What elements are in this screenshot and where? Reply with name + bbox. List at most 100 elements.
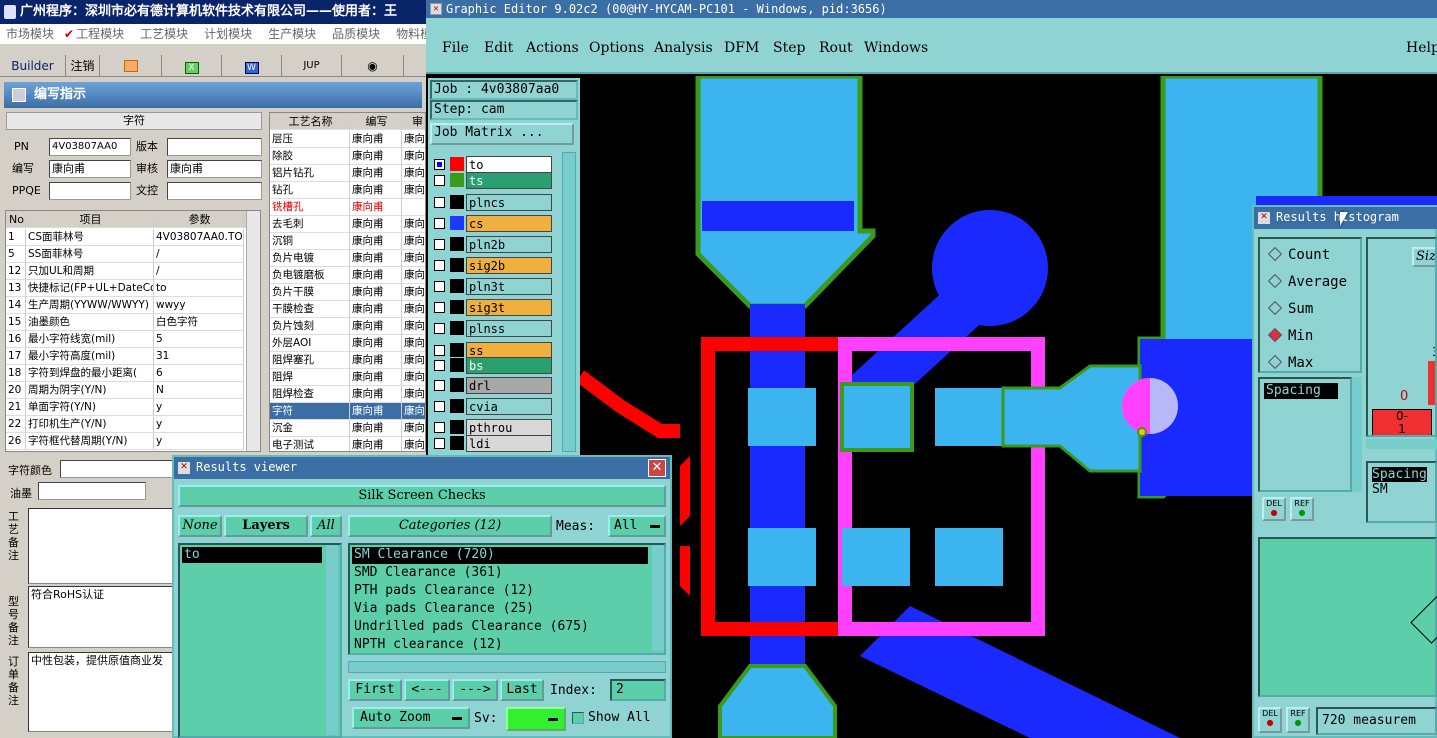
category-item[interactable]: SM Clearance (720) (352, 547, 648, 564)
layer-checkbox[interactable] (434, 422, 445, 433)
prev-button[interactable]: <--- (404, 679, 450, 701)
menu-edit[interactable]: Edit (484, 40, 513, 56)
excel-icon[interactable]: X (162, 55, 222, 77)
layer-checkbox[interactable] (434, 239, 445, 250)
table-row[interactable]: 铣槽孔 康向甫 (270, 199, 425, 216)
layer-item-to[interactable]: to (182, 547, 322, 563)
layer-checkbox[interactable] (434, 197, 445, 208)
params-scrollbar[interactable] (246, 211, 260, 451)
table-row[interactable]: 外层AOI 康向甫 康向 (270, 335, 425, 352)
meas-dropdown[interactable]: All (608, 515, 666, 537)
menu-windows[interactable]: Windows (864, 40, 928, 56)
table-row[interactable]: 17 最小字符高度(mil) 31 (6, 348, 260, 365)
layer-checkbox[interactable] (434, 281, 445, 292)
table-row[interactable]: 负电镀磨板 康向甫 康向 (270, 267, 425, 284)
layer-checkbox[interactable] (434, 218, 445, 229)
job-matrix-button[interactable]: Job Matrix ... (430, 123, 574, 145)
craft-note-field[interactable] (28, 508, 174, 584)
layer-color-swatch[interactable] (450, 237, 464, 251)
author-field[interactable]: 康向甫 (49, 160, 131, 178)
del-button-bottom[interactable]: DEL ● (1258, 707, 1282, 733)
table-row[interactable]: 沉金 康向甫 康向 (270, 420, 425, 437)
categories-tab[interactable]: Categories (12) (348, 515, 552, 537)
all-button[interactable]: All (310, 515, 342, 537)
layer-color-swatch[interactable] (450, 420, 464, 434)
table-row[interactable]: 除胶 康向甫 康向 (270, 148, 425, 165)
char-color-field[interactable] (60, 460, 180, 478)
table-row[interactable]: 负片干膜 康向甫 康向 (270, 284, 425, 301)
layer-color-swatch[interactable] (450, 279, 464, 293)
doc-control-field[interactable] (167, 182, 262, 200)
layer-name[interactable]: pthrou (466, 419, 552, 436)
layer-color-swatch[interactable] (450, 343, 464, 357)
option-count[interactable]: Count (1267, 246, 1330, 263)
menu-plan[interactable]: 计划模块 (204, 27, 252, 41)
ref-button-bottom[interactable]: REF ● (1286, 707, 1310, 733)
table-row[interactable]: 18 字符到焊盘的最小距离(6 (6, 365, 260, 382)
layer-row-plnss[interactable]: plnss (432, 320, 552, 337)
table-row[interactable]: 12 只加UL和周期 / (6, 263, 260, 280)
layer-name[interactable]: ldi (466, 435, 552, 452)
version-field[interactable] (167, 138, 262, 156)
layer-row-sig2b[interactable]: sig2b (432, 257, 552, 274)
table-row[interactable]: 13 快捷标记(FP+UL+DateCo to (6, 280, 260, 297)
layer-checkbox[interactable] (434, 345, 445, 356)
del-button[interactable]: DEL ● (1262, 497, 1286, 521)
layer-checkbox[interactable] (434, 380, 445, 391)
next-button[interactable]: ---> (452, 679, 498, 701)
size-button[interactable]: Siz (1412, 247, 1435, 267)
menu-file[interactable]: File (442, 40, 469, 56)
layer-row-ldi[interactable]: ldi (432, 435, 552, 452)
menu-market[interactable]: 市场模块 (6, 27, 54, 41)
menu-rout[interactable]: Rout (819, 40, 853, 56)
close-x-icon[interactable]: ✕ (430, 3, 442, 15)
layer-name[interactable]: bs (466, 357, 552, 374)
bin-0-1[interactable]: 0- 1 (1372, 409, 1432, 435)
categories-scrollbar[interactable] (652, 545, 664, 651)
layer-name[interactable]: plncs (466, 194, 552, 211)
table-row[interactable]: 16 最小字符线宽(mil) 5 (6, 331, 260, 348)
layer-name[interactable]: pln2b (466, 236, 552, 253)
builder-button[interactable]: Builder (0, 55, 66, 77)
layer-checkbox[interactable] (434, 323, 445, 334)
layer-checkbox[interactable] (434, 260, 445, 271)
last-button[interactable]: Last (500, 679, 544, 701)
layer-checkbox[interactable] (434, 438, 445, 449)
layer-row-cs[interactable]: cs (432, 215, 552, 232)
layer-name[interactable]: sig2b (466, 257, 552, 274)
menu-analysis[interactable]: Analysis (654, 40, 713, 56)
menu-material[interactable]: 物料模 (396, 27, 426, 41)
layer-checkbox[interactable] (434, 175, 445, 186)
histogram-close-icon[interactable]: ✕ (1258, 212, 1270, 224)
layer-name[interactable]: to (466, 156, 552, 173)
ppqe-field[interactable] (49, 182, 131, 200)
layer-name[interactable]: plnss (466, 320, 552, 337)
layer-name[interactable]: ts (466, 172, 552, 189)
word-icon[interactable]: W (222, 55, 282, 77)
table-row[interactable]: 阻焊 康向甫 康向 (270, 369, 425, 386)
table-row[interactable]: 层压 康向甫 康向 (270, 131, 425, 148)
ink-field[interactable] (38, 482, 146, 500)
layer-name[interactable]: drl (466, 377, 552, 394)
spacing-item[interactable]: Spacing (1264, 383, 1338, 399)
table-row[interactable]: 去毛刺 康向甫 康向 (270, 216, 425, 233)
table-row[interactable]: 26 字符框代替周期(Y/N) y (6, 433, 260, 450)
category-item[interactable]: Undrilled pads Clearance (675) (352, 619, 648, 636)
table-row[interactable]: 15 油墨颜色 白色字符 (6, 314, 260, 331)
option-average[interactable]: Average (1267, 273, 1347, 290)
pn-field[interactable]: 4V03807AA0 (49, 138, 131, 156)
layer-color-swatch[interactable] (450, 399, 464, 413)
histogram-bar[interactable] (1428, 361, 1435, 405)
layer-row-drl[interactable]: drl (432, 377, 552, 394)
layer-row-pln3t[interactable]: pln3t (432, 278, 552, 295)
layer-color-swatch[interactable] (450, 436, 464, 450)
layer-checkbox[interactable] (434, 401, 445, 412)
table-row[interactable]: 1 CS面菲林号 4V03807AA0.TO (6, 229, 260, 246)
table-row[interactable]: 沉铜 康向甫 康向 (270, 233, 425, 250)
layer-row-cvia[interactable]: cvia (432, 398, 552, 415)
table-row[interactable]: 铝片钻孔 康向甫 康向 (270, 165, 425, 182)
jup-button[interactable]: JUP (282, 55, 342, 77)
option-max[interactable]: Max (1267, 354, 1313, 371)
layer-checkbox[interactable] (434, 360, 445, 371)
table-row[interactable]: 电子测试 康向甫 康向 (270, 437, 425, 451)
